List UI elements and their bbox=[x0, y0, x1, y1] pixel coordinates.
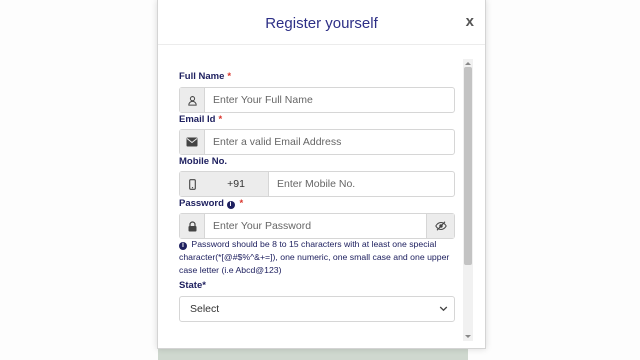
full-name-input[interactable] bbox=[205, 88, 453, 112]
modal-header: Register yourself x bbox=[158, 0, 485, 45]
email-group bbox=[179, 129, 455, 155]
email-input[interactable] bbox=[205, 130, 453, 154]
scroll-up-arrow-icon[interactable] bbox=[463, 59, 473, 67]
password-label-text: Password bbox=[179, 198, 224, 209]
email-label-text: Email Id bbox=[179, 114, 216, 125]
lock-icon bbox=[180, 214, 205, 238]
required-marker: * bbox=[227, 71, 232, 82]
state-label: State* bbox=[179, 280, 206, 291]
modal-scrollbar[interactable] bbox=[463, 59, 473, 341]
mobile-phone-icon bbox=[180, 172, 205, 196]
email-label: Email Id * bbox=[179, 114, 222, 125]
chevron-down-icon bbox=[439, 306, 448, 312]
full-name-label: Full Name * bbox=[179, 71, 231, 82]
info-icon: i bbox=[226, 201, 235, 209]
state-select-value: Select bbox=[190, 303, 220, 315]
close-button[interactable]: x bbox=[466, 13, 474, 31]
country-code[interactable]: +91 bbox=[204, 172, 269, 196]
mobile-group: +91 bbox=[179, 171, 455, 197]
scrollbar-thumb[interactable] bbox=[464, 67, 472, 265]
state-select[interactable]: Select bbox=[179, 296, 455, 322]
scroll-down-arrow-icon[interactable] bbox=[463, 333, 473, 341]
required-marker: * bbox=[218, 114, 223, 125]
info-icon: i bbox=[179, 242, 187, 250]
modal-body: Full Name* Email Id* Mobile No. +91 bbox=[158, 45, 485, 348]
mobile-label: Mobile No. bbox=[179, 156, 227, 167]
full-name-group bbox=[179, 87, 455, 113]
password-hint-text: Password should be 8 to 15 characters wi… bbox=[179, 239, 450, 275]
password-group bbox=[179, 213, 455, 239]
password-label: Password i * bbox=[179, 198, 243, 209]
full-name-label-text: Full Name bbox=[179, 71, 225, 82]
mobile-input[interactable] bbox=[269, 172, 453, 196]
modal-title: Register yourself bbox=[265, 15, 378, 32]
mobile-label-text: Mobile No. bbox=[179, 156, 228, 167]
eye-slash-icon[interactable] bbox=[426, 214, 454, 238]
password-input[interactable] bbox=[205, 214, 425, 238]
required-marker: * bbox=[239, 198, 244, 209]
backdrop-footer-strip bbox=[158, 349, 468, 360]
user-icon bbox=[180, 88, 205, 112]
envelope-icon bbox=[180, 130, 205, 154]
register-modal: Register yourself x Full Name* Email Id*… bbox=[157, 0, 486, 349]
password-hint: i Password should be 8 to 15 characters … bbox=[179, 238, 453, 277]
